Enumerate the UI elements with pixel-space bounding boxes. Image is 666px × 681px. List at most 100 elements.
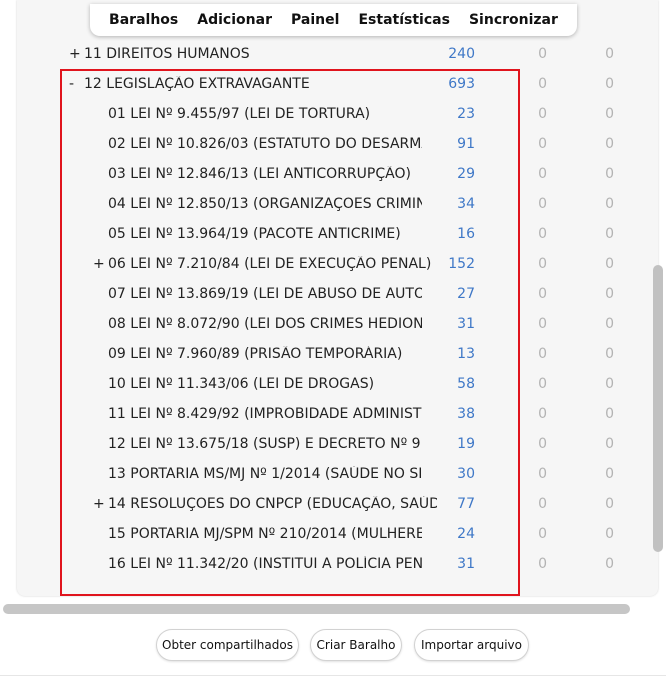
new-count: 19	[457, 436, 475, 452]
learn-count: 0	[538, 46, 547, 62]
deck-row: 02 LEI Nº 10.826/03 (ESTATUTO DO DESARMA…	[17, 130, 657, 160]
import-file-button[interactable]: Importar arquivo	[414, 629, 529, 661]
deck-row: +06 LEI Nº 7.210/84 (LEI DE EXECUÇÃO PEN…	[17, 250, 657, 280]
nav-stats[interactable]: Estatísticas	[358, 12, 449, 28]
due-count: 0	[605, 46, 614, 62]
due-count: 0	[605, 496, 614, 512]
learn-count: 0	[538, 166, 547, 182]
deck-row: 09 LEI Nº 7.960/89 (PRISÃO TEMPORÁRIA) 13…	[17, 340, 657, 370]
learn-count: 0	[538, 76, 547, 92]
due-count: 0	[605, 136, 614, 152]
deck-row: 11 LEI Nº 8.429/92 (IMPROBIDADE ADMINIST…	[17, 400, 657, 430]
deck-row: 03 LEI Nº 12.846/13 (LEI ANTICORRUPÇÃO) 2…	[17, 160, 657, 190]
deck-row: 08 LEI Nº 8.072/90 (LEI DOS CRIMES HEDIO…	[17, 310, 657, 340]
get-shared-button[interactable]: Obter compartilhados	[156, 629, 299, 661]
new-count: 31	[457, 316, 475, 332]
create-deck-button[interactable]: Criar Baralho	[310, 629, 402, 661]
due-count: 0	[605, 106, 614, 122]
deck-name[interactable]: 16 LEI Nº 11.342/20 (INSTITUI A POLÍCIA …	[108, 556, 422, 572]
learn-count: 0	[538, 106, 547, 122]
learn-count: 0	[538, 466, 547, 482]
due-count: 0	[605, 316, 614, 332]
nav-decks[interactable]: Baralhos	[109, 12, 178, 28]
due-count: 0	[605, 196, 614, 212]
due-count: 0	[605, 466, 614, 482]
deck-name[interactable]: 13 PORTARIA MS/MJ Nº 1/2014 (SAÚDE NO SI…	[108, 466, 422, 482]
new-count: 30	[457, 466, 475, 482]
due-count: 0	[605, 406, 614, 422]
nav-panel[interactable]: Painel	[291, 12, 339, 28]
deck-name[interactable]: 04 LEI Nº 12.850/13 (ORGANIZAÇÕES CRIMIN…	[108, 196, 422, 212]
deck-row: 15 PORTARIA MJ/SPM Nº 210/2014 (MULHERES…	[17, 520, 657, 550]
deck-row: 04 LEI Nº 12.850/13 (ORGANIZAÇÕES CRIMIN…	[17, 190, 657, 220]
deck-row: -12 LEGISLAÇÃO EXTRAVAGANTE 693 0 0	[17, 70, 657, 100]
learn-count: 0	[538, 526, 547, 542]
new-count: 27	[457, 286, 475, 302]
new-count: 31	[457, 556, 475, 572]
top-toolbar: Baralhos Adicionar Painel Estatísticas S…	[90, 4, 577, 36]
new-count: 29	[457, 166, 475, 182]
learn-count: 0	[538, 436, 547, 452]
deck-name[interactable]: 03 LEI Nº 12.846/13 (LEI ANTICORRUPÇÃO)	[108, 166, 411, 182]
due-count: 0	[605, 526, 614, 542]
deck-name[interactable]: 02 LEI Nº 10.826/03 (ESTATUTO DO DESARMA…	[108, 136, 422, 152]
due-count: 0	[605, 256, 614, 272]
due-count: 0	[605, 556, 614, 572]
deck-row: 16 LEI Nº 11.342/20 (INSTITUI A POLÍCIA …	[17, 550, 657, 580]
deck-name[interactable]: 06 LEI Nº 7.210/84 (LEI DE EXECUÇÃO PENA…	[108, 256, 431, 272]
learn-count: 0	[538, 136, 547, 152]
deck-row: 13 PORTARIA MS/MJ Nº 1/2014 (SAÚDE NO SI…	[17, 460, 657, 490]
deck-name[interactable]: 01 LEI Nº 9.455/97 (LEI DE TORTURA)	[108, 106, 370, 122]
deck-name[interactable]: 12 LEGISLAÇÃO EXTRAVAGANTE	[84, 76, 310, 92]
deck-row: 12 LEI Nº 13.675/18 (SUSP) E DECRETO Nº …	[17, 430, 657, 460]
collapse-toggle[interactable]: -	[69, 76, 74, 92]
due-count: 0	[605, 226, 614, 242]
new-count: 58	[457, 376, 475, 392]
deck-row: 01 LEI Nº 9.455/97 (LEI DE TORTURA) 23 0 0	[17, 100, 657, 130]
deck-list-panel: +11 DIREITOS HUMANOS 240 0 0-12 LEGISLAÇÃO …	[17, 0, 658, 596]
nav-add[interactable]: Adicionar	[197, 12, 272, 28]
deck-name[interactable]: 14 RESOLUÇÕES DO CNPCP (EDUCAÇÃO, SAÚDE)	[108, 496, 437, 512]
deck-name[interactable]: 05 LEI Nº 13.964/19 (PACOTE ANTICRIME)	[108, 226, 401, 242]
expand-toggle[interactable]: +	[93, 256, 105, 272]
nav-sync[interactable]: Sincronizar	[469, 12, 558, 28]
due-count: 0	[605, 76, 614, 92]
deck-name[interactable]: 11 DIREITOS HUMANOS	[84, 46, 250, 62]
deck-row: +11 DIREITOS HUMANOS 240 0 0	[17, 40, 657, 70]
new-count: 24	[457, 526, 475, 542]
deck-name[interactable]: 09 LEI Nº 7.960/89 (PRISÃO TEMPORÁRIA)	[108, 346, 402, 362]
due-count: 0	[605, 346, 614, 362]
learn-count: 0	[538, 316, 547, 332]
expand-toggle[interactable]: +	[93, 496, 105, 512]
learn-count: 0	[538, 376, 547, 392]
learn-count: 0	[538, 406, 547, 422]
deck-name[interactable]: 12 LEI Nº 13.675/18 (SUSP) E DECRETO Nº …	[108, 436, 422, 452]
new-count: 16	[457, 226, 475, 242]
new-count: 38	[457, 406, 475, 422]
horizontal-scrollbar-thumb[interactable]	[3, 604, 630, 614]
due-count: 0	[605, 166, 614, 182]
deck-name[interactable]: 11 LEI Nº 8.429/92 (IMPROBIDADE ADMINIST…	[108, 406, 422, 422]
learn-count: 0	[538, 346, 547, 362]
deck-row: 05 LEI Nº 13.964/19 (PACOTE ANTICRIME) 16…	[17, 220, 657, 250]
due-count: 0	[605, 436, 614, 452]
due-count: 0	[605, 286, 614, 302]
new-count: 13	[457, 346, 475, 362]
new-count: 91	[457, 136, 475, 152]
deck-name[interactable]: 15 PORTARIA MJ/SPM Nº 210/2014 (MULHERES…	[108, 526, 422, 542]
expand-toggle[interactable]: +	[69, 46, 81, 62]
deck-name[interactable]: 07 LEI Nº 13.869/19 (LEI DE ABUSO DE AUT…	[108, 286, 422, 302]
deck-row: +14 RESOLUÇÕES DO CNPCP (EDUCAÇÃO, SAÚDE…	[17, 490, 657, 520]
new-count: 240	[448, 46, 475, 62]
learn-count: 0	[538, 556, 547, 572]
learn-count: 0	[538, 196, 547, 212]
deck-name[interactable]: 10 LEI Nº 11.343/06 (LEI DE DROGAS)	[108, 376, 374, 392]
new-count: 34	[457, 196, 475, 212]
due-count: 0	[605, 376, 614, 392]
new-count: 152	[448, 256, 475, 272]
vertical-scrollbar-thumb[interactable]	[653, 265, 663, 552]
bottom-divider	[0, 675, 666, 676]
deck-name[interactable]: 08 LEI Nº 8.072/90 (LEI DOS CRIMES HEDIO…	[108, 316, 422, 332]
new-count: 23	[457, 106, 475, 122]
learn-count: 0	[538, 256, 547, 272]
